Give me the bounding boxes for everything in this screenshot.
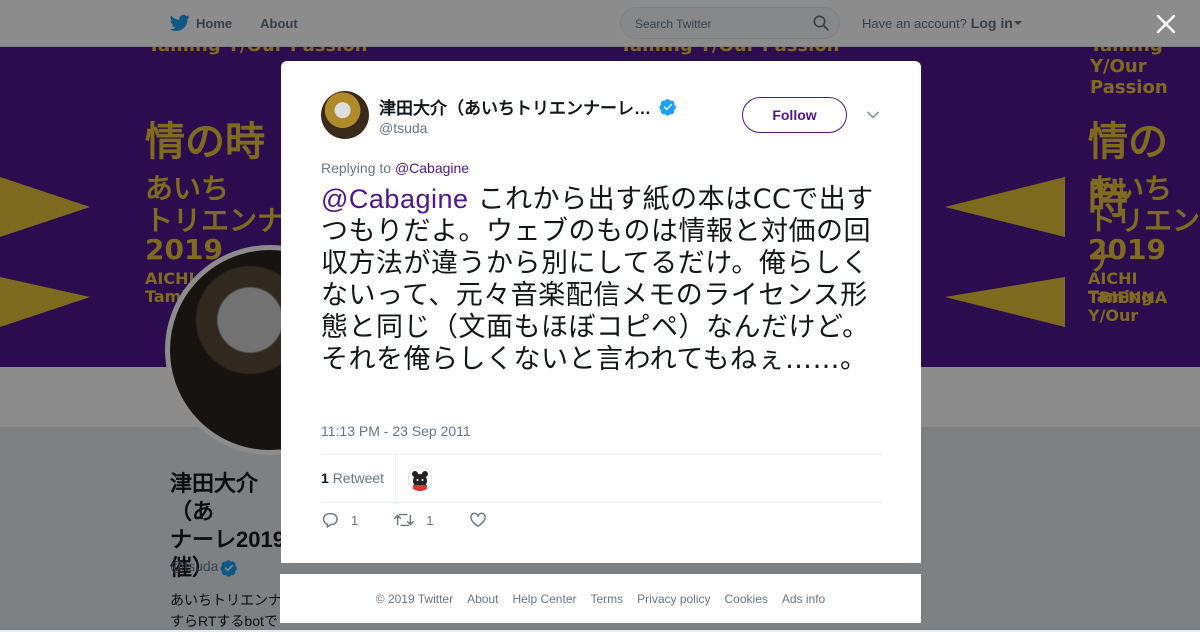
tweet-modal: 津田大介（あいちトリエンナーレ… @tsuda Follow Replying …: [281, 61, 921, 563]
replying-prefix: Replying to: [321, 160, 392, 176]
retweet-stat[interactable]: 1 Retweet: [321, 470, 384, 486]
footer: © 2019 Twitter About Help Center Terms P…: [280, 574, 921, 623]
reply-icon: [322, 513, 338, 528]
replying-to-link[interactable]: @Cabagine: [395, 160, 469, 176]
footer-cookies-link[interactable]: Cookies: [725, 592, 768, 606]
bear-icon: [408, 467, 432, 491]
footer-about-link[interactable]: About: [467, 592, 498, 606]
replying-to: Replying to @Cabagine: [321, 160, 469, 176]
reply-count: 1: [351, 512, 359, 528]
close-icon[interactable]: [1152, 10, 1180, 38]
footer-ads-link[interactable]: Ads info: [782, 592, 825, 606]
like-action[interactable]: [469, 512, 499, 528]
author-handle[interactable]: @tsuda: [379, 120, 427, 136]
chevron-down-icon[interactable]: [866, 110, 880, 120]
footer-copyright: © 2019 Twitter: [375, 591, 454, 606]
retweeter-avatar[interactable]: [408, 467, 432, 491]
footer-help-link[interactable]: Help Center: [512, 592, 576, 606]
footer-privacy-link[interactable]: Privacy policy: [637, 592, 710, 606]
author-name[interactable]: 津田大介（あいちトリエンナーレ…: [379, 94, 677, 119]
author-name-text: 津田大介（あいちトリエンナーレ…: [379, 99, 651, 118]
mention-link[interactable]: @Cabagine: [321, 184, 469, 214]
author-avatar[interactable]: [321, 91, 369, 139]
stats-divider: [395, 455, 396, 502]
follow-button[interactable]: Follow: [742, 97, 847, 133]
tweet-stats: 1 Retweet: [321, 454, 881, 503]
retweet-stat-label: Retweet: [332, 470, 385, 486]
tweet-actions: 1 1: [321, 512, 535, 528]
retweet-action[interactable]: 1: [394, 512, 433, 528]
heart-icon: [470, 512, 487, 527]
tweet-text: @Cabagine これから出す紙の本はCCで出すつもりだよ。ウェブのものは情報…: [321, 183, 886, 376]
reply-action[interactable]: 1: [321, 512, 358, 528]
retweet-action-count: 1: [426, 512, 434, 528]
footer-terms-link[interactable]: Terms: [590, 592, 623, 606]
verified-badge-icon: [659, 98, 676, 116]
tweet-timestamp[interactable]: 11:13 PM - 23 Sep 2011: [321, 423, 471, 439]
retweet-count: 1: [321, 470, 329, 486]
retweet-icon: [394, 513, 415, 527]
